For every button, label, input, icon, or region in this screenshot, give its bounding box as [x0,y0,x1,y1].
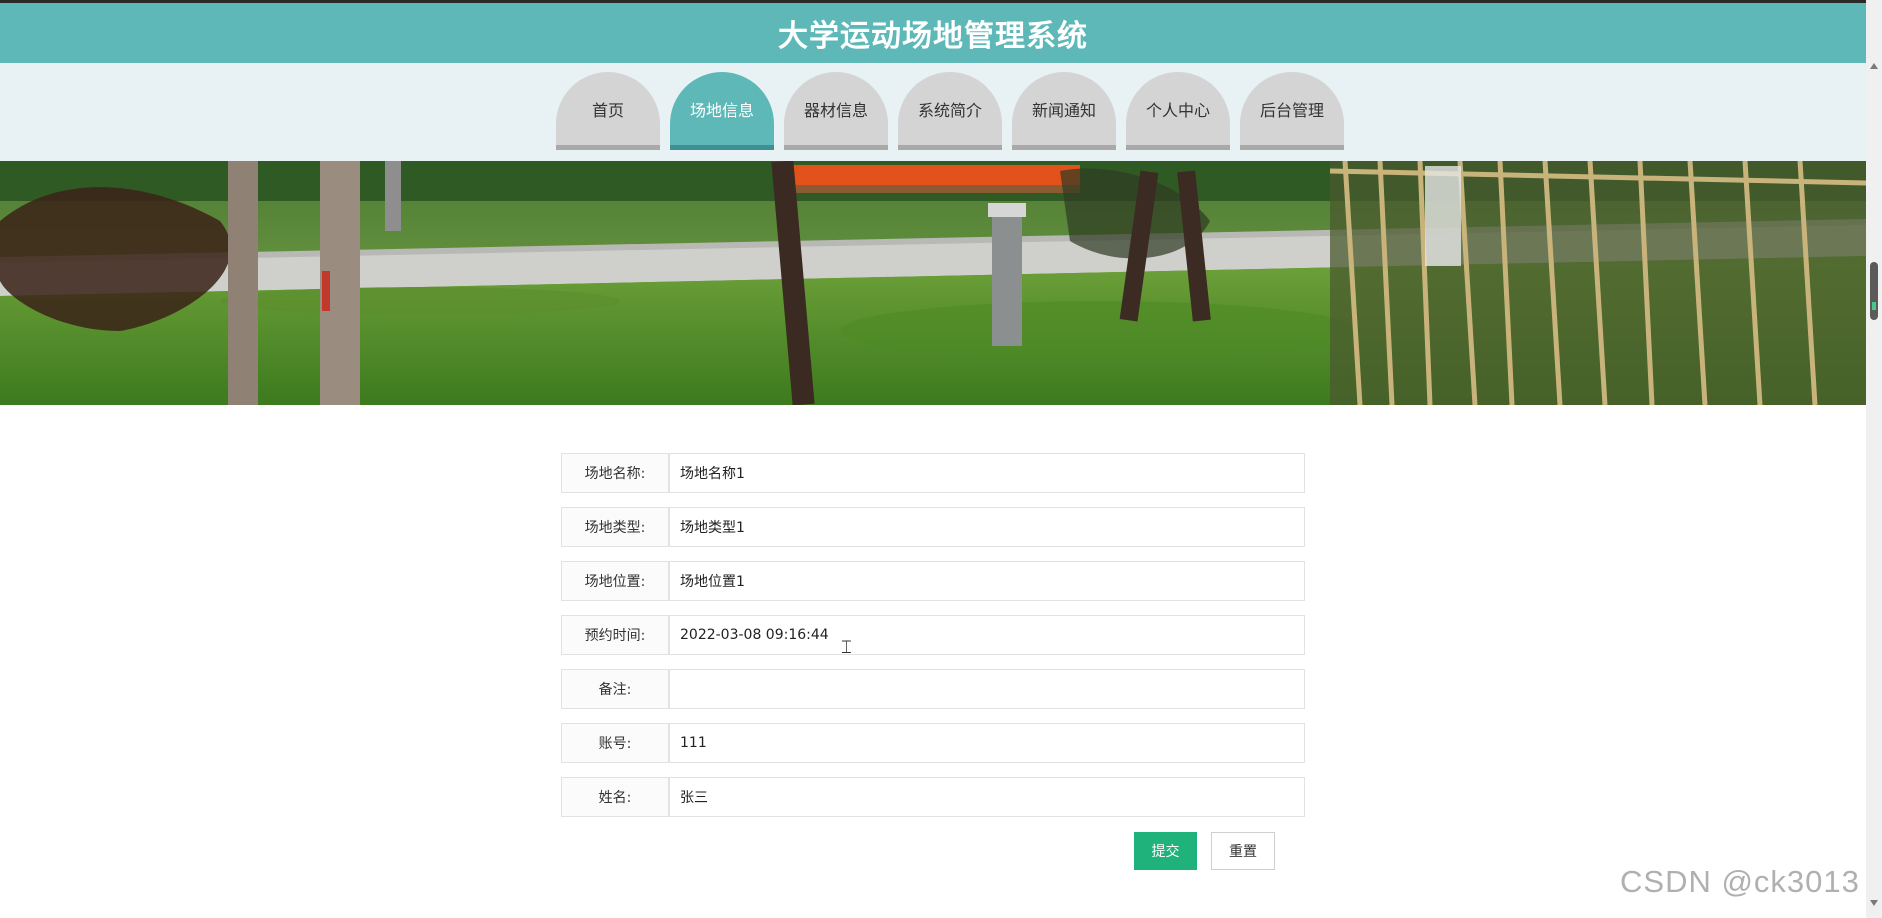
account-label: 账号: [561,723,669,763]
site-header: 大学运动场地管理系统 [0,3,1866,63]
venue-type-input[interactable] [669,507,1305,547]
venue-location-label: 场地位置: [561,561,669,601]
name-label: 姓名: [561,777,669,817]
name-input[interactable] [669,777,1305,817]
form-row-name: 姓名: [561,777,1305,817]
main-nav: 首页 场地信息 器材信息 系统简介 新闻通知 个人中心 后台管理 [0,63,1866,161]
scrollbar-thumb[interactable] [1870,262,1878,320]
submit-button[interactable]: 提交 [1134,832,1197,870]
form-row-remarks: 备注: [561,669,1305,709]
nav-tab-admin[interactable]: 后台管理 [1240,72,1344,150]
nav-tab-home[interactable]: 首页 [556,72,660,150]
watermark: CSDN @ck3013 [1620,864,1860,899]
nav-tab-system-intro[interactable]: 系统简介 [898,72,1002,150]
nav-tab-label: 系统简介 [917,100,982,120]
remarks-label: 备注: [561,669,669,709]
booking-time-input[interactable] [669,615,1305,655]
banner-image [0,161,1866,405]
nav-tab-label: 后台管理 [1259,100,1324,120]
nav-tabs: 首页 场地信息 器材信息 系统简介 新闻通知 个人中心 后台管理 [556,72,1344,155]
reset-button[interactable]: 重置 [1211,832,1275,870]
venue-location-input[interactable] [669,561,1305,601]
banner-park-illustration [0,161,1866,405]
form-row-venue-name: 场地名称: [561,453,1305,493]
venue-booking-form: 场地名称: 场地类型: 场地位置: 预约时间: 备注: 账号: 姓名: [561,453,1305,831]
nav-tab-equipment-info[interactable]: 器材信息 [784,72,888,150]
form-row-booking-time: 预约时间: [561,615,1305,655]
nav-tab-personal-center[interactable]: 个人中心 [1126,72,1230,150]
booking-time-label: 预约时间: [561,615,669,655]
form-actions: 提交 重置 [1134,832,1275,870]
text-cursor-icon: ⌶ [841,637,852,658]
form-row-venue-type: 场地类型: [561,507,1305,547]
venue-name-label: 场地名称: [561,453,669,493]
nav-tab-venue-info[interactable]: 场地信息 [670,72,774,150]
form-row-account: 账号: [561,723,1305,763]
nav-tab-label: 新闻通知 [1031,100,1096,120]
nav-tab-label: 器材信息 [803,100,868,120]
venue-name-input[interactable] [669,453,1305,493]
scroll-up-arrow-icon[interactable] [1866,58,1882,74]
nav-tab-label: 个人中心 [1145,100,1210,120]
account-input[interactable] [669,723,1305,763]
venue-type-label: 场地类型: [561,507,669,547]
remarks-input[interactable] [669,669,1305,709]
nav-tab-label: 首页 [591,100,624,120]
page-scrollbar[interactable] [1866,0,1882,918]
nav-tab-label: 场地信息 [689,100,754,120]
site-title: 大学运动场地管理系统 [778,19,1088,54]
scroll-down-arrow-icon[interactable] [1866,895,1882,911]
nav-tab-news[interactable]: 新闻通知 [1012,72,1116,150]
form-row-venue-location: 场地位置: [561,561,1305,601]
